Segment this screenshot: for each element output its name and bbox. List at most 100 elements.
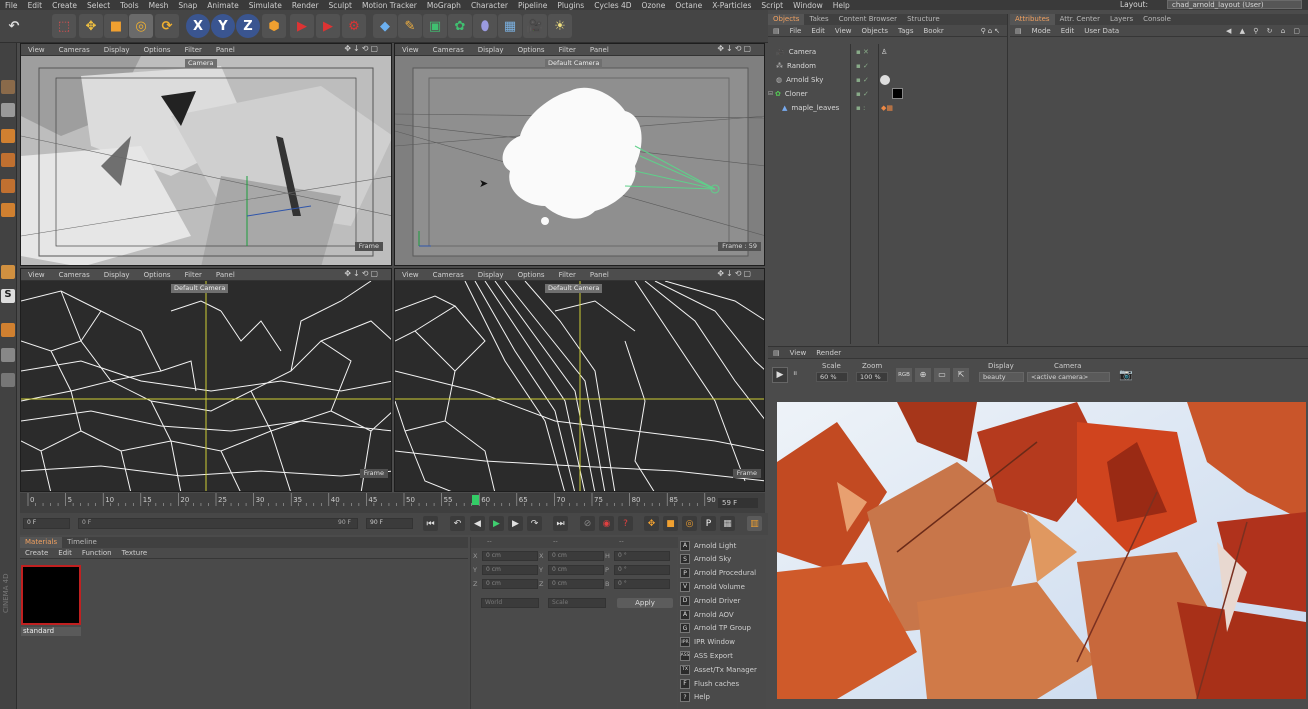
visibility-icon[interactable]: ▪ ✓ [856, 62, 869, 70]
vp-menu-panel[interactable]: Panel [209, 46, 242, 54]
arnold-menu-item[interactable]: F Flush caches [678, 677, 768, 690]
materials-menu-texture[interactable]: Texture [117, 549, 153, 557]
vp-menu-display[interactable]: Display [471, 46, 511, 54]
points-mode-icon[interactable] [1, 179, 15, 193]
rotate-icon[interactable]: ◎ [129, 14, 153, 38]
coord-mode-scale[interactable]: Scale [548, 598, 606, 608]
coord-mode-world[interactable]: World [481, 598, 539, 608]
arnold-menu-item[interactable]: P Arnold Procedural [678, 567, 768, 580]
play-forward-icon[interactable]: ▶ [489, 516, 504, 531]
coord-value-field[interactable]: 0 cm [482, 579, 538, 589]
enable-axis-icon[interactable] [1, 265, 15, 279]
arnold-menu-item[interactable]: A Arnold Light [678, 539, 768, 552]
attributes-menu-icon[interactable]: ▤ [1010, 27, 1027, 35]
polygons-mode-icon[interactable] [1, 203, 15, 217]
grid-overlay-icon[interactable]: ⊕ [915, 368, 931, 382]
viewport-nav-icons[interactable]: ✥↓⟲▢ [710, 269, 760, 278]
list-item[interactable]: ▲ maple_leaves ▪ : ◆▦ [768, 101, 1004, 114]
object-mode-icon[interactable] [1, 153, 15, 167]
ipr-menu-icon[interactable]: ▤ [768, 349, 785, 357]
deformer-icon[interactable]: ⬮ [473, 14, 497, 38]
subdivision-icon[interactable]: ▣ [423, 14, 447, 38]
menu-item-pipeline[interactable]: Pipeline [513, 1, 552, 10]
grid-icon[interactable] [1, 373, 15, 387]
previous-frame-icon[interactable]: ◀ [470, 516, 485, 531]
vp-menu-cameras[interactable]: Cameras [52, 46, 97, 54]
coordinate-system-icon[interactable]: ⬢ [262, 14, 286, 38]
vp-menu-filter[interactable]: Filter [552, 271, 583, 279]
vp-menu-view[interactable]: View [21, 271, 52, 279]
vp-menu-display[interactable]: Display [471, 271, 511, 279]
position-key-icon[interactable]: ✥ [644, 516, 659, 531]
menu-item-ozone[interactable]: Ozone [637, 1, 671, 10]
menu-item-simulate[interactable]: Simulate [244, 1, 287, 10]
snap-icon[interactable]: S [1, 289, 15, 303]
attributes-menu-mode[interactable]: Mode [1027, 27, 1056, 35]
coord-value-field[interactable]: 0 cm [482, 565, 538, 575]
cloner-icon[interactable]: ✿ [448, 14, 472, 38]
recent-tools-icon[interactable]: ⟳ [155, 14, 179, 38]
coord-value-field[interactable]: 0 cm [548, 551, 604, 561]
keyframe-selection-icon[interactable]: ? [618, 516, 633, 531]
menu-item-help[interactable]: Help [828, 1, 855, 10]
materials-menu-function[interactable]: Function [77, 549, 117, 557]
visibility-icon[interactable]: ▪ ✓ [856, 90, 869, 98]
viewport-wireframe-left[interactable]: View Cameras Display Options Filter Pane… [20, 268, 392, 492]
model-mode-icon[interactable] [1, 129, 15, 143]
scale-key-icon[interactable]: ■ [663, 516, 678, 531]
pen-icon[interactable]: ✎ [398, 14, 422, 38]
menu-item-motion-tracker[interactable]: Motion Tracker [357, 1, 422, 10]
visibility-icon[interactable]: ▪ ✓ [856, 76, 869, 84]
menu-item-snap[interactable]: Snap [173, 1, 202, 10]
arnold-menu-item[interactable]: TX Asset/Tx Manager [678, 663, 768, 676]
vp-menu-cameras[interactable]: Cameras [52, 271, 97, 279]
z-axis-icon[interactable]: Z [236, 14, 260, 38]
vp-menu-options[interactable]: Options [137, 271, 178, 279]
tab-structure[interactable]: Structure [902, 14, 945, 25]
next-frame-icon[interactable]: ▶ [508, 516, 523, 531]
render-view-icon[interactable]: ▶ [290, 14, 314, 38]
scale-field[interactable]: 60 % [816, 372, 848, 382]
vp-menu-view[interactable]: View [395, 46, 426, 54]
menu-item-octane[interactable]: Octane [670, 1, 707, 10]
attributes-menu-user-data[interactable]: User Data [1079, 27, 1124, 35]
attributes-nav-icons[interactable]: ◀ ▲ ⚲ ↻ ⌂ ▢ [1221, 27, 1308, 35]
list-item[interactable]: 🎥 Camera ▪ ✕ ♙ [768, 45, 1004, 58]
materials-menu-create[interactable]: Create [20, 549, 53, 557]
arnold-menu-item[interactable]: S Arnold Sky [678, 553, 768, 566]
snapshot-icon[interactable]: ⇱ [953, 368, 969, 382]
arnold-menu-item[interactable]: IPR IPR Window [678, 636, 768, 649]
pla-key-icon[interactable]: ▦ [720, 516, 735, 531]
menu-item-plugins[interactable]: Plugins [552, 1, 589, 10]
menu-item-sculpt[interactable]: Sculpt [324, 1, 357, 10]
coord-value-field[interactable]: 0 ° [614, 579, 670, 589]
visibility-icon[interactable]: ▪ : [856, 104, 865, 112]
menu-item-tools[interactable]: Tools [115, 1, 143, 10]
phong-tag-icon[interactable]: ◆▦ [881, 104, 893, 112]
menu-item-window[interactable]: Window [788, 1, 828, 10]
scheme-menu-icon[interactable]: ▥ [747, 516, 762, 531]
menu-item-mesh[interactable]: Mesh [144, 1, 174, 10]
make-editable-icon[interactable] [1, 80, 15, 94]
viewport-nav-icons[interactable]: ✥↓⟲▢ [337, 44, 387, 53]
record-icon[interactable]: ⊘ [580, 516, 595, 531]
viewport-perspective[interactable]: View Cameras Display Options Filter Pane… [20, 43, 392, 266]
vp-menu-view[interactable]: View [395, 271, 426, 279]
y-axis-icon[interactable]: Y [211, 14, 235, 38]
timeline-playhead[interactable] [472, 495, 479, 505]
zoom-field[interactable]: 100 % [856, 372, 888, 382]
vp-menu-options[interactable]: Options [137, 46, 178, 54]
menu-item-file[interactable]: File [0, 1, 23, 10]
menu-item-edit[interactable]: Edit [23, 1, 48, 10]
materials-menu-edit[interactable]: Edit [53, 549, 77, 557]
workplane-icon[interactable] [1, 348, 15, 362]
objects-menu-view[interactable]: View [830, 27, 857, 35]
coord-value-field[interactable]: 0 cm [548, 565, 604, 575]
tab-attributes[interactable]: Attributes [1010, 14, 1055, 25]
menu-item-select[interactable]: Select [82, 1, 115, 10]
vp-menu-display[interactable]: Display [97, 46, 137, 54]
list-item[interactable]: ⁂ Random ▪ ✓ [768, 59, 1004, 72]
display-dropdown[interactable]: beauty [979, 372, 1024, 382]
viewport-nav-icons[interactable]: ✥↓⟲▢ [337, 269, 387, 278]
ipr-menu-render[interactable]: Render [811, 349, 846, 357]
